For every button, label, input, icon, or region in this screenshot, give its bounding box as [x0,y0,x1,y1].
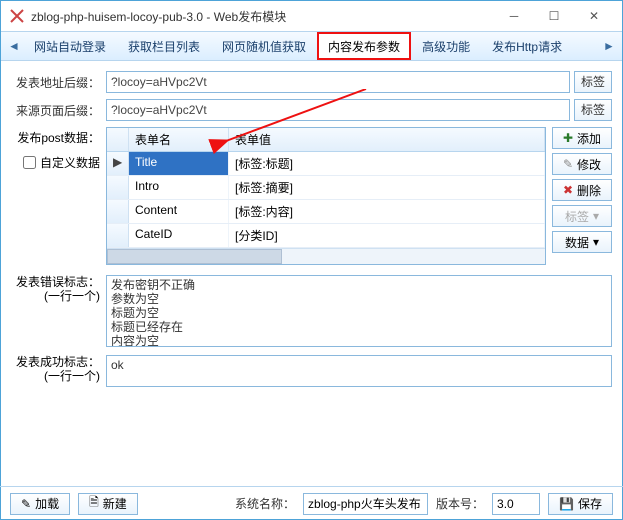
tab-scroll-left[interactable]: ◄ [5,32,23,60]
ref-suffix-label: 来源页面后缀： [11,102,106,119]
delete-button[interactable]: ✖删除 [552,179,612,201]
success-flag-label: 发表成功标志： [11,355,100,369]
sysname-label: 系统名称： [235,495,295,512]
ref-tag-button[interactable]: 标签 [574,99,612,121]
grid-header-name: 表单名 [129,128,229,151]
sysname-input[interactable] [303,493,428,515]
version-label: 版本号： [436,495,484,512]
error-flag-sub: (一行一个) [11,289,100,303]
new-button[interactable]: 🗎新建 [78,493,138,515]
side-data-button[interactable]: 数据▾ [552,231,612,253]
edit-button[interactable]: ✎修改 [552,153,612,175]
tab-scroll-right[interactable]: ► [600,32,618,60]
addr-suffix-input[interactable] [106,71,570,93]
grid-hscroll[interactable] [107,248,545,264]
tab-5[interactable]: 发布Http请求 [481,32,573,60]
tab-bar: ◄ 网站自动登录获取栏目列表网页随机值获取内容发布参数高级功能发布Http请求 … [1,31,622,61]
addr-suffix-label: 发表地址后缀： [11,74,106,91]
grid-header-marker [107,128,129,151]
custom-data-checkbox[interactable]: 自定义数据 [11,154,106,171]
side-tag-button[interactable]: 标签▾ [552,205,612,227]
save-button[interactable]: 💾保存 [548,493,613,515]
edit-icon: ✎ [21,497,31,511]
error-flag-textarea[interactable]: 发布密钥不正确 参数为空 标题为空 标题已经存在 内容为空 [106,275,612,347]
tab-4[interactable]: 高级功能 [411,32,481,60]
table-row[interactable]: Intro[标签:摘要] [107,176,545,200]
table-row[interactable]: Content[标签:内容] [107,200,545,224]
doc-icon: 🗎 [89,493,99,514]
success-flag-textarea[interactable]: ok [106,355,612,387]
load-button[interactable]: ✎加载 [10,493,70,515]
close-button[interactable]: ✕ [574,1,614,31]
version-input[interactable] [492,493,540,515]
post-data-label: 发布post数据： [11,129,106,146]
tab-1[interactable]: 获取栏目列表 [117,32,211,60]
save-icon: 💾 [559,497,574,511]
success-flag-sub: (一行一个) [11,369,100,383]
window-title: zblog-php-huisem-locoy-pub-3.0 - Web发布模块 [31,8,286,25]
ref-suffix-input[interactable] [106,99,570,121]
minimize-button[interactable]: ─ [494,1,534,31]
add-button[interactable]: ✚添加 [552,127,612,149]
maximize-button[interactable]: ☐ [534,1,574,31]
tab-3[interactable]: 内容发布参数 [317,32,411,60]
post-data-grid[interactable]: 表单名 表单值 ▶Title[标签:标题]Intro[标签:摘要]Content… [106,127,546,265]
error-flag-label: 发表错误标志： [11,275,100,289]
grid-header-value: 表单值 [229,128,545,151]
table-row[interactable]: ▶Title[标签:标题] [107,152,545,176]
table-row[interactable]: CateID[分类ID] [107,224,545,248]
tab-2[interactable]: 网页随机值获取 [211,32,317,60]
app-icon [9,8,25,24]
tab-0[interactable]: 网站自动登录 [23,32,117,60]
addr-tag-button[interactable]: 标签 [574,71,612,93]
